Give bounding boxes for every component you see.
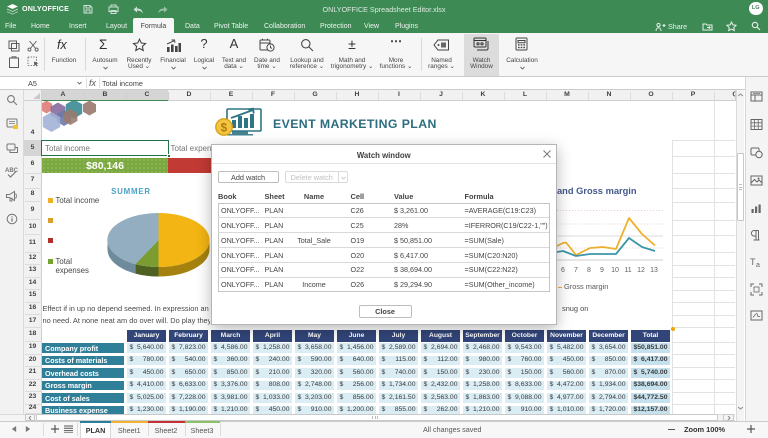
svg-text:ABC: ABC — [5, 168, 19, 174]
svg-text:$: $ — [221, 121, 228, 135]
svg-text:a: a — [756, 262, 760, 269]
